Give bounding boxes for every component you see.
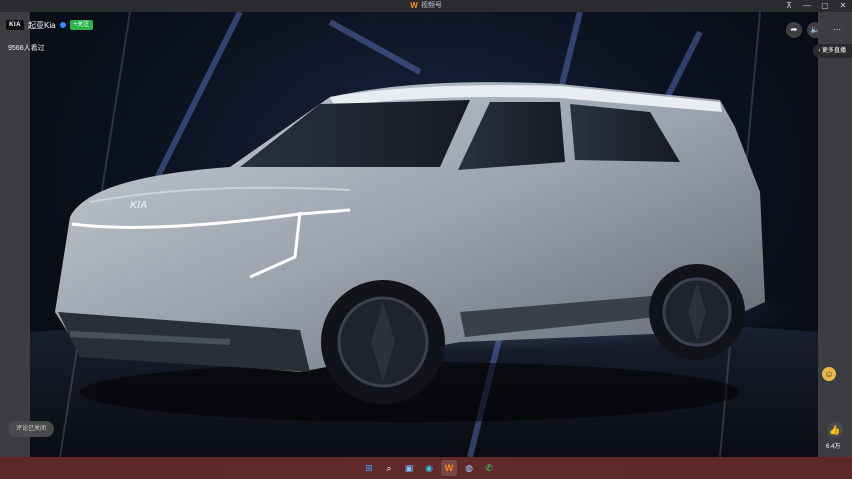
viewer-count: 9568人看过 — [8, 45, 45, 52]
os-taskbar: ⊞ ⌕ ▣ ◉ W ◍ ✆ — [0, 457, 852, 479]
right-letterbox — [818, 12, 852, 457]
wechat-icon[interactable]: ✆ — [481, 460, 497, 476]
window-title-bar: W 视频号 ⊼ — ▢ ✕ — [0, 0, 852, 12]
start-windows-icon[interactable]: ⊞ — [361, 460, 377, 476]
edge-browser-icon[interactable]: ◉ — [421, 460, 437, 476]
more-live-label: 更多直播 — [821, 48, 846, 54]
video-frame: KIA — [30, 12, 818, 457]
pin-button[interactable]: ⊼ — [784, 1, 794, 11]
live-video-player[interactable]: KIA — [0, 12, 852, 457]
comment-closed-notice: 评论已关闭 — [8, 421, 55, 437]
more-button[interactable]: ··· — [829, 22, 845, 38]
follow-button[interactable]: +关注 — [69, 20, 94, 30]
window-title: 视频号 — [421, 2, 442, 9]
maximize-button[interactable]: ▢ — [820, 1, 830, 11]
app-globe-icon[interactable]: ◍ — [461, 460, 477, 476]
channel-name[interactable]: 起亚Kia — [28, 20, 56, 31]
share-button[interactable]: ➦ — [786, 22, 802, 38]
left-letterbox — [0, 12, 30, 457]
close-button[interactable]: ✕ — [838, 1, 848, 11]
share-icon: ➦ — [790, 25, 798, 34]
channels-app-icon[interactable]: W — [441, 460, 457, 476]
minimize-button[interactable]: — — [802, 1, 812, 11]
volume-button[interactable]: 🔈 — [807, 22, 823, 38]
svg-text:KIA: KIA — [130, 200, 147, 211]
like-count: 6.4万 — [826, 444, 841, 450]
search-icon[interactable]: ⌕ — [381, 460, 397, 476]
channel-avatar[interactable]: KIA — [6, 20, 24, 30]
task-view-icon[interactable]: ▣ — [401, 460, 417, 476]
more-icon: ··· — [833, 25, 841, 34]
channel-info: KIA 起亚Kia +关注 — [6, 18, 94, 32]
volume-icon: 🔈 — [810, 25, 820, 34]
more-live-button[interactable]: ‹ 更多直播 — [813, 44, 852, 58]
emoji-icon[interactable]: ☺ — [822, 367, 836, 381]
verified-icon — [59, 22, 66, 28]
thumb-up-icon: 👍 — [829, 425, 841, 435]
like-button[interactable]: 👍 — [827, 422, 843, 438]
app-logo-icon: W — [410, 1, 418, 10]
